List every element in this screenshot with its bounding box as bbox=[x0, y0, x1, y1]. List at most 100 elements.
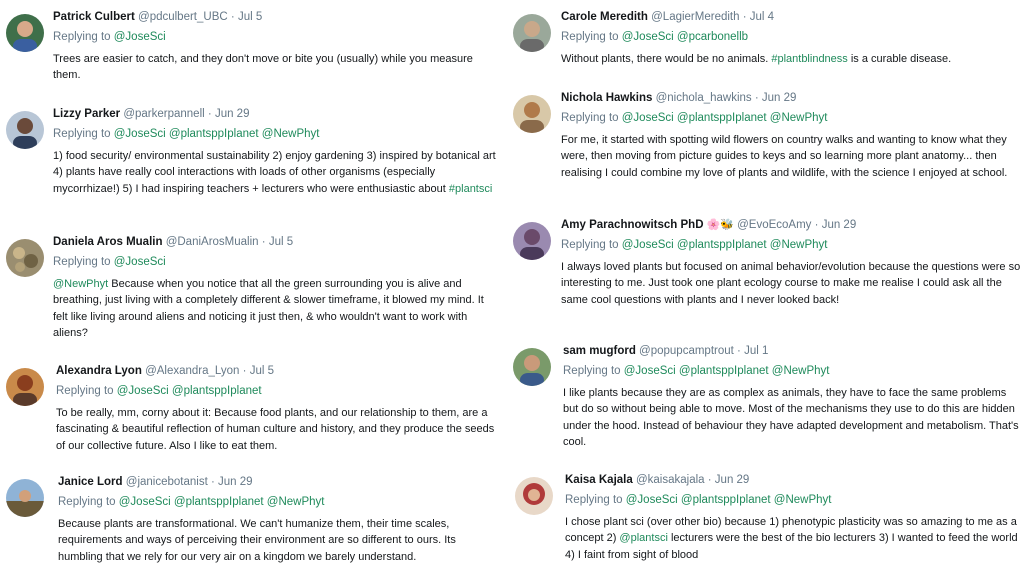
tweet[interactable]: Nichola Hawkins @nichola_hawkins · Jun 2… bbox=[505, 91, 1024, 206]
author-name[interactable]: Amy Parachnowitsch PhD bbox=[561, 219, 704, 231]
mention-link[interactable]: @plantsppIplanet bbox=[677, 239, 767, 251]
replying-to: Replying to @JoseSci bbox=[53, 255, 498, 270]
replying-label: Replying to bbox=[565, 494, 623, 506]
mention-link[interactable]: @plantsppIplanet bbox=[172, 385, 262, 397]
author-name[interactable]: Lizzy Parker bbox=[53, 108, 120, 120]
tweet[interactable]: Patrick Culbert @pdculbert_UBC · Jul 5 R… bbox=[0, 10, 505, 90]
mention-link[interactable]: @plantsppIplanet bbox=[679, 365, 769, 377]
tweet[interactable]: Amy Parachnowitsch PhD 🌸🐝 @EvoEcoAmy · Ju… bbox=[505, 218, 1024, 328]
mention-link[interactable]: @plantsppIplanet bbox=[169, 128, 259, 140]
author-name[interactable]: Carole Meredith bbox=[561, 11, 648, 23]
mention-link[interactable]: @NewPhyt bbox=[770, 112, 828, 124]
avatar[interactable] bbox=[6, 368, 44, 406]
avatar[interactable] bbox=[513, 348, 551, 386]
author-name[interactable]: sam mugford bbox=[563, 345, 636, 357]
tweet-text: Without plants, there would be no animal… bbox=[561, 51, 1021, 67]
mention-link[interactable]: @JoseSci bbox=[114, 256, 166, 268]
mention-link[interactable]: @JoseSci bbox=[626, 494, 678, 506]
mention-link[interactable]: @JoseSci bbox=[622, 112, 674, 124]
mention-link[interactable]: @JoseSci bbox=[624, 365, 676, 377]
author-handle[interactable]: @popupcamptrout bbox=[639, 345, 734, 357]
mention-link[interactable]: @JoseSci bbox=[622, 239, 674, 251]
tweet-date[interactable]: Jun 29 bbox=[218, 476, 253, 488]
author-handle[interactable]: @janicebotanist bbox=[126, 476, 208, 488]
separator: · bbox=[814, 219, 819, 231]
mention-link[interactable]: @JoseSci bbox=[114, 31, 166, 43]
replying-label: Replying to bbox=[561, 31, 619, 43]
author-handle[interactable]: @EvoEcoAmy bbox=[737, 219, 811, 231]
tweet[interactable]: Kaisa Kajala @kaisakajala · Jun 29 Reply… bbox=[505, 473, 1024, 573]
tweet-date[interactable]: Jun 29 bbox=[822, 219, 857, 231]
mention-link[interactable]: @NewPhyt bbox=[772, 365, 830, 377]
separator: · bbox=[207, 108, 212, 120]
separator: · bbox=[230, 11, 235, 23]
tweet-date[interactable]: Jun 29 bbox=[762, 92, 797, 104]
tweet-date[interactable]: Jul 4 bbox=[750, 11, 774, 23]
replying-label: Replying to bbox=[561, 112, 619, 124]
mention-link[interactable]: @plantsppIplanet bbox=[681, 494, 771, 506]
tweet-date[interactable]: Jul 1 bbox=[744, 345, 768, 357]
mention-link[interactable]: @plantsppIplanet bbox=[174, 496, 264, 508]
replying-to: Replying to @JoseSci @plantsppIplanet @N… bbox=[53, 127, 498, 142]
mention-link[interactable]: @JoseSci bbox=[117, 385, 169, 397]
separator: · bbox=[210, 476, 215, 488]
hashtag-link[interactable]: #plantsci bbox=[449, 183, 492, 195]
tweet-text: For me, it started with spotting wild fl… bbox=[561, 132, 1021, 181]
replying-label: Replying to bbox=[53, 128, 111, 140]
mention-link[interactable]: @NewPhyt bbox=[774, 494, 832, 506]
author-handle[interactable]: @parkerpannell bbox=[123, 108, 204, 120]
avatar[interactable] bbox=[6, 239, 44, 277]
tweet[interactable]: sam mugford @popupcamptrout · Jul 1 Repl… bbox=[505, 344, 1024, 459]
tweet-text: I like plants because they are as comple… bbox=[563, 385, 1021, 451]
author-name[interactable]: Daniela Aros Mualin bbox=[53, 236, 163, 248]
mention-link[interactable]: @pcarbonellb bbox=[677, 31, 748, 43]
avatar[interactable] bbox=[6, 479, 44, 517]
tweet-date[interactable]: Jul 5 bbox=[250, 365, 274, 377]
author-name[interactable]: Patrick Culbert bbox=[53, 11, 135, 23]
tweet[interactable]: Lizzy Parker @parkerpannell · Jun 29 Rep… bbox=[0, 107, 505, 217]
mention-link[interactable]: @NewPhyt bbox=[262, 128, 320, 140]
mention-link[interactable]: @NewPhyt bbox=[267, 496, 325, 508]
mention-link[interactable]: @JoseSci bbox=[119, 496, 171, 508]
author-handle[interactable]: @kaisakajala bbox=[636, 474, 705, 486]
tweet[interactable]: Carole Meredith @LagierMeredith · Jul 4 … bbox=[505, 10, 1024, 75]
avatar[interactable] bbox=[513, 14, 551, 52]
replying-label: Replying to bbox=[53, 256, 111, 268]
avatar[interactable] bbox=[6, 111, 44, 149]
mention-link[interactable]: @plantsci bbox=[619, 532, 667, 544]
author-name[interactable]: Nichola Hawkins bbox=[561, 92, 652, 104]
tweet-text: 1) food security/ environmental sustaina… bbox=[53, 148, 498, 197]
separator: · bbox=[754, 92, 759, 104]
avatar[interactable] bbox=[6, 14, 44, 52]
mention-link[interactable]: @plantsppIplanet bbox=[677, 112, 767, 124]
mention-link[interactable]: @NewPhyt bbox=[53, 278, 108, 290]
tweet-text: Because plants are transformational. We … bbox=[58, 516, 498, 565]
avatar[interactable] bbox=[513, 95, 551, 133]
author-name[interactable]: Kaisa Kajala bbox=[565, 474, 633, 486]
tweet[interactable]: Janice Lord @janicebotanist · Jun 29 Rep… bbox=[0, 475, 505, 573]
tweet[interactable]: Daniela Aros Mualin @DaniArosMualin · Ju… bbox=[0, 235, 505, 345]
replying-to: Replying to @JoseSci bbox=[53, 30, 498, 45]
tweet-date[interactable]: Jul 5 bbox=[269, 236, 293, 248]
tweet-date[interactable]: Jun 29 bbox=[215, 108, 250, 120]
author-handle[interactable]: @LagierMeredith bbox=[651, 11, 739, 23]
mention-link[interactable]: @NewPhyt bbox=[770, 239, 828, 251]
tweet-date[interactable]: Jun 29 bbox=[715, 474, 750, 486]
avatar[interactable] bbox=[513, 222, 551, 260]
author-handle[interactable]: @Alexandra_Lyon bbox=[145, 365, 239, 377]
tweet-text: To be really, mm, corny about it: Becaus… bbox=[56, 405, 501, 454]
author-handle[interactable]: @DaniArosMualin bbox=[166, 236, 259, 248]
author-name[interactable]: Alexandra Lyon bbox=[56, 365, 142, 377]
tweet[interactable]: Alexandra Lyon @Alexandra_Lyon · Jul 5 R… bbox=[0, 364, 505, 459]
author-handle[interactable]: @pdculbert_UBC bbox=[138, 11, 228, 23]
tweet-text-part: is a curable disease. bbox=[847, 53, 952, 65]
tweet-date[interactable]: Jul 5 bbox=[238, 11, 262, 23]
avatar[interactable] bbox=[515, 477, 553, 515]
tweet-text-part: I always loved plants but focused on ani… bbox=[561, 261, 1021, 306]
hashtag-link[interactable]: #plantblindness bbox=[771, 53, 847, 65]
author-handle[interactable]: @nichola_hawkins bbox=[656, 92, 752, 104]
replying-label: Replying to bbox=[58, 496, 116, 508]
mention-link[interactable]: @JoseSci bbox=[622, 31, 674, 43]
author-name[interactable]: Janice Lord bbox=[58, 476, 123, 488]
mention-link[interactable]: @JoseSci bbox=[114, 128, 166, 140]
